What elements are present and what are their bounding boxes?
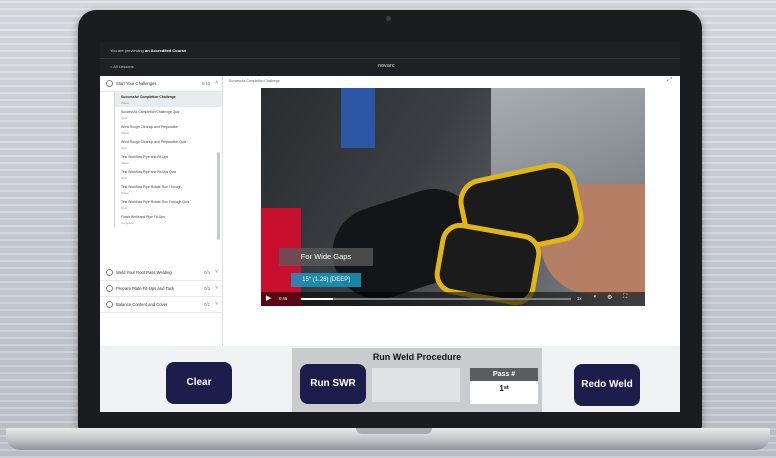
lesson-item[interactable]: Wind Rough Cleanup and Preparation Quiz … xyxy=(114,137,222,152)
play-icon[interactable]: ▶ xyxy=(266,294,271,302)
lesson-title: Wind Rough Cleanup and Preparation xyxy=(121,125,179,129)
module-balance-cover[interactable]: Balance Content and Cover 0/2 ˅ xyxy=(100,297,222,313)
lesson-item[interactable]: Test Workflow Pipe and Fit-Ups Quiz Quiz xyxy=(114,167,222,182)
run-swr-button[interactable]: Run SWR xyxy=(300,364,366,404)
laptop-base xyxy=(6,428,770,450)
video-controls: ▶ 0:45 1x ◖ ⚙ ⛶ xyxy=(261,292,645,306)
chevron-down-icon[interactable]: ˅ xyxy=(215,285,218,291)
preview-notice: You are previewing an Accredited Course xyxy=(110,48,186,53)
volume-icon[interactable]: ◖ xyxy=(593,294,597,300)
pass-number-box: Pass # 1ˢᵗ xyxy=(470,368,538,404)
redo-weld-button[interactable]: Redo Weld xyxy=(574,364,640,406)
header-nav: < All Lessons novarc xyxy=(100,58,680,77)
chevron-down-icon[interactable]: ˅ xyxy=(215,269,218,275)
lesson-meta: Quiz xyxy=(121,116,128,120)
lesson-sidebar: Start Your Challenges 5/10 ˄ Successful … xyxy=(100,76,223,346)
module-plate-fitups[interactable]: Prepare Plate Fit-Ups and Tack 0/3 ˅ xyxy=(100,281,222,297)
module-label: Balance Content and Cover xyxy=(116,302,168,307)
brand-logo: novarc xyxy=(378,63,395,69)
all-lessons-link[interactable]: < All Lessons xyxy=(110,64,134,69)
progress-circle-icon xyxy=(106,301,113,308)
lesson-title: Finish Weld and Pipe Fit-Ups xyxy=(121,215,165,219)
lesson-title: Test Workflow Pipe Rotate Run Through xyxy=(121,185,182,189)
video-progress-bar[interactable] xyxy=(301,298,571,300)
lesson-title: Successful Completion Challenge xyxy=(121,95,176,99)
procedure-field[interactable] xyxy=(372,368,460,402)
lesson-item[interactable]: Test Workflow Pipe Rotate Run Through Qu… xyxy=(114,197,222,212)
video-caption-code: 15° (1.28) [DEEP] xyxy=(291,273,361,287)
video-progress-fill xyxy=(301,298,334,300)
lesson-item[interactable]: Wind Rough Cleanup and Preparation Video xyxy=(114,122,222,137)
run-weld-title: Run Weld Procedure xyxy=(372,352,462,362)
lesson-meta: Video xyxy=(121,101,129,105)
lesson-title: Test Workflow Pipe and Fit-Ups Quiz xyxy=(121,170,177,174)
lesson-item[interactable]: Successful Completion Challenge Quiz Qui… xyxy=(114,107,222,122)
lesson-meta: Quiz xyxy=(121,206,128,210)
video-time: 0:45 xyxy=(279,296,288,301)
lesson-title: Wind Rough Cleanup and Preparation Quiz xyxy=(121,140,187,144)
module-label: Weld Your Root Pass Welding xyxy=(116,270,172,275)
camera-icon xyxy=(386,16,391,21)
breadcrumb: Successful Completion Challenge xyxy=(229,79,280,83)
lesson-item[interactable]: Successful Completion Challenge Video xyxy=(114,92,222,107)
sidebar-scrollbar[interactable] xyxy=(217,152,220,240)
module-label: Start Your Challenges xyxy=(116,81,157,86)
lesson-meta: Video xyxy=(121,191,129,195)
module-root-pass[interactable]: Weld Your Root Pass Welding 0/4 ˅ xyxy=(100,265,222,281)
weld-controls: Clear Run Weld Procedure Run SWR Pass # … xyxy=(100,346,680,412)
expand-icon[interactable]: ⤢ xyxy=(667,77,672,84)
module-label: Prepare Plate Fit-Ups and Tack xyxy=(116,286,175,291)
laptop-lid: You are previewing an Accredited Course … xyxy=(78,10,702,430)
module-count: 0/2 xyxy=(204,302,210,307)
pass-value: 1ˢᵗ xyxy=(499,384,509,393)
run-weld-panel: Run Weld Procedure Run SWR Pass # 1ˢᵗ xyxy=(292,348,542,412)
fullscreen-icon[interactable]: ⛶ xyxy=(623,294,627,301)
app-header: You are previewing an Accredited Course … xyxy=(100,42,680,76)
chevron-up-icon[interactable]: ˄ xyxy=(215,80,218,86)
module-count: 5/10 xyxy=(201,81,210,86)
chevron-down-icon[interactable]: ˅ xyxy=(215,301,218,307)
lesson-meta: Quiz xyxy=(121,176,128,180)
module-count: 0/4 xyxy=(204,270,210,275)
lesson-title: Test Workflow Pipe and Fit-Ups xyxy=(121,155,169,159)
lesson-meta: Complete xyxy=(121,221,134,225)
clear-button[interactable]: Clear xyxy=(166,362,232,404)
notice-course: an Accredited Course xyxy=(145,48,187,53)
lesson-meta: Quiz xyxy=(121,146,128,150)
progress-circle-icon xyxy=(106,80,113,87)
laptop-notch xyxy=(356,428,432,434)
notice-prefix: You are previewing xyxy=(110,48,144,53)
module-start-challenges[interactable]: Start Your Challenges 5/10 ˄ xyxy=(100,76,222,92)
progress-circle-icon xyxy=(106,269,113,276)
lesson-meta: Video xyxy=(121,161,129,165)
lesson-item[interactable]: Test Workflow Pipe Rotate Run Through Vi… xyxy=(114,182,222,197)
gear-icon[interactable]: ⚙ xyxy=(607,294,612,301)
lesson-meta: Video xyxy=(121,131,129,135)
pass-label: Pass # xyxy=(470,368,538,381)
playback-speed[interactable]: 1x xyxy=(577,296,581,301)
laptop-screen: You are previewing an Accredited Course … xyxy=(100,42,680,412)
video-caption: For Wide Gaps xyxy=(279,248,373,266)
lesson-list: Successful Completion Challenge Video Su… xyxy=(100,92,222,265)
lesson-title: Test Workflow Pipe Rotate Run Through Qu… xyxy=(121,200,190,204)
lesson-item[interactable]: Test Workflow Pipe and Fit-Ups Video xyxy=(114,152,222,167)
video-blue-panel xyxy=(341,88,375,148)
video-player[interactable]: For Wide Gaps 15° (1.28) [DEEP] ▶ 0:45 1… xyxy=(261,88,645,306)
lesson-content: Successful Completion Challenge ⤢ For Wi… xyxy=(223,76,680,346)
lesson-title: Successful Completion Challenge Quiz xyxy=(121,110,180,114)
progress-circle-icon xyxy=(106,285,113,292)
lesson-item[interactable]: Finish Weld and Pipe Fit-Ups Complete xyxy=(114,212,222,227)
module-count: 0/3 xyxy=(204,286,210,291)
